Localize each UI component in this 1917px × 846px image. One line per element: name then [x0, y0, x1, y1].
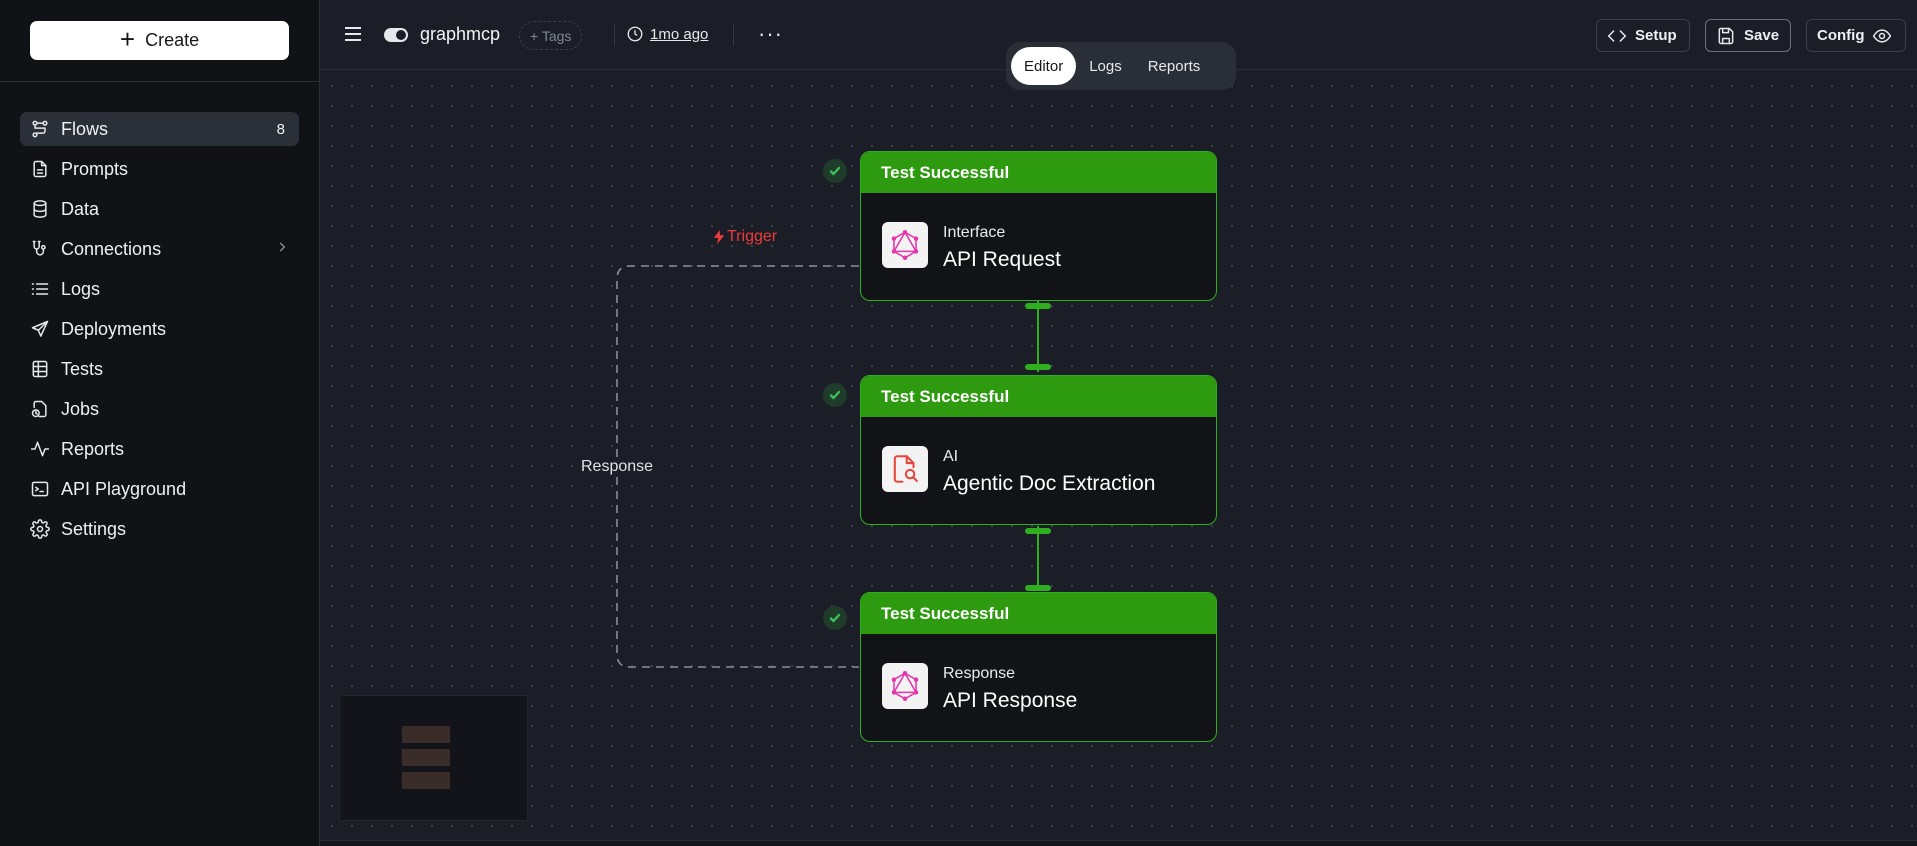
sidebar-nav: Flows 8 Prompts Data Connections Logs De…	[20, 112, 299, 552]
sidebar-item-label: Deployments	[61, 318, 167, 339]
flow-active-toggle[interactable]	[384, 28, 408, 42]
eye-icon	[1873, 28, 1892, 43]
sidebar-item-label: Reports	[61, 438, 125, 459]
hamburger-menu-icon[interactable]	[344, 26, 362, 42]
sidebar-item-label: Jobs	[61, 398, 100, 419]
node-kind: Response	[943, 665, 1016, 682]
sidebar-item-connections[interactable]: Connections	[20, 232, 299, 266]
database-icon	[29, 198, 51, 220]
sidebar-item-label: Data	[61, 198, 100, 219]
table-icon	[29, 358, 51, 380]
setup-button[interactable]: Setup	[1596, 19, 1690, 52]
graphql-icon	[882, 222, 928, 268]
flow-name[interactable]: graphmcp	[420, 24, 500, 45]
divider	[614, 24, 615, 46]
sidebar-item-label: Settings	[61, 518, 127, 539]
sidebar-item-tests[interactable]: Tests	[20, 352, 299, 386]
activity-icon	[29, 438, 51, 460]
graphql-icon	[882, 663, 928, 709]
sidebar-divider	[0, 81, 320, 82]
sidebar-item-label: Connections	[61, 238, 162, 259]
tab-reports[interactable]: Reports	[1135, 47, 1214, 85]
list-icon	[29, 278, 51, 300]
trigger-label: Trigger	[713, 228, 777, 246]
sidebar-item-api-playground[interactable]: API Playground	[20, 472, 299, 506]
node-status: Test Successful	[861, 152, 1216, 193]
doc-search-icon	[882, 446, 928, 492]
send-icon	[29, 318, 51, 340]
connections-icon	[29, 238, 51, 260]
sidebar: + Create Flows 8 Prompts Data Connection…	[0, 0, 320, 846]
plus-icon: +	[119, 24, 136, 54]
node-api-response[interactable]: Test Successful Response API Response	[860, 592, 1217, 742]
node-status: Test Successful	[861, 593, 1216, 634]
chevron-right-icon	[275, 240, 289, 259]
node-title: Agentic Doc Extraction	[943, 472, 1156, 495]
code-icon	[1607, 29, 1627, 42]
sidebar-item-deployments[interactable]: Deployments	[20, 312, 299, 346]
sidebar-item-jobs[interactable]: Jobs	[20, 392, 299, 426]
sidebar-item-prompts[interactable]: Prompts	[20, 152, 299, 186]
check-icon	[823, 159, 847, 183]
node-agentic-doc-extraction[interactable]: Test Successful AI Agentic Doc Extractio…	[860, 375, 1217, 525]
sidebar-item-reports[interactable]: Reports	[20, 432, 299, 466]
sidebar-item-label: Flows	[61, 118, 109, 139]
response-edge-label: Response	[579, 458, 656, 476]
node-title: API Response	[943, 689, 1078, 712]
minimap-node	[402, 726, 450, 743]
node-status: Test Successful	[861, 376, 1216, 417]
sidebar-item-label: Prompts	[61, 158, 129, 179]
terminal-icon	[29, 478, 51, 500]
gear-icon	[29, 518, 51, 540]
save-button[interactable]: Save	[1705, 19, 1791, 52]
divider	[733, 24, 734, 46]
minimap[interactable]	[339, 695, 528, 821]
lightning-icon	[713, 230, 725, 244]
sidebar-item-label: Logs	[61, 278, 101, 299]
add-tags-button[interactable]: + Tags	[519, 21, 583, 50]
node-kind: Interface	[943, 224, 1006, 241]
node-api-request[interactable]: Test Successful Interface API Request	[860, 151, 1217, 301]
flows-icon	[29, 118, 51, 140]
config-button[interactable]: Config	[1806, 19, 1906, 52]
sidebar-item-label: Tests	[61, 358, 104, 379]
tab-editor[interactable]: Editor	[1011, 47, 1077, 85]
check-icon	[823, 383, 847, 407]
more-options-icon[interactable]: ···	[758, 23, 783, 45]
create-label: Create	[145, 30, 200, 50]
jobs-icon	[29, 398, 51, 420]
sidebar-item-settings[interactable]: Settings	[20, 512, 299, 546]
node-title: API Request	[943, 248, 1061, 271]
save-icon	[1718, 27, 1734, 44]
node-kind: AI	[943, 448, 959, 465]
view-tabs: Editor Logs Reports	[1006, 42, 1236, 90]
canvas-bottom-edge	[320, 840, 1917, 846]
last-updated[interactable]: 1mo ago	[626, 25, 708, 43]
check-icon	[823, 606, 847, 630]
create-button[interactable]: + Create	[30, 21, 289, 60]
minimap-node	[402, 772, 450, 789]
sidebar-item-data[interactable]: Data	[20, 192, 299, 226]
sidebar-item-logs[interactable]: Logs	[20, 272, 299, 306]
clock-icon	[627, 26, 643, 42]
minimap-node	[402, 749, 450, 766]
sidebar-item-flows[interactable]: Flows 8	[20, 112, 299, 146]
document-icon	[29, 158, 51, 180]
sidebar-item-label: API Playground	[61, 478, 187, 499]
tab-logs[interactable]: Logs	[1076, 47, 1135, 85]
flows-count-badge: 8	[276, 120, 285, 138]
last-updated-text: 1mo ago	[650, 25, 709, 43]
